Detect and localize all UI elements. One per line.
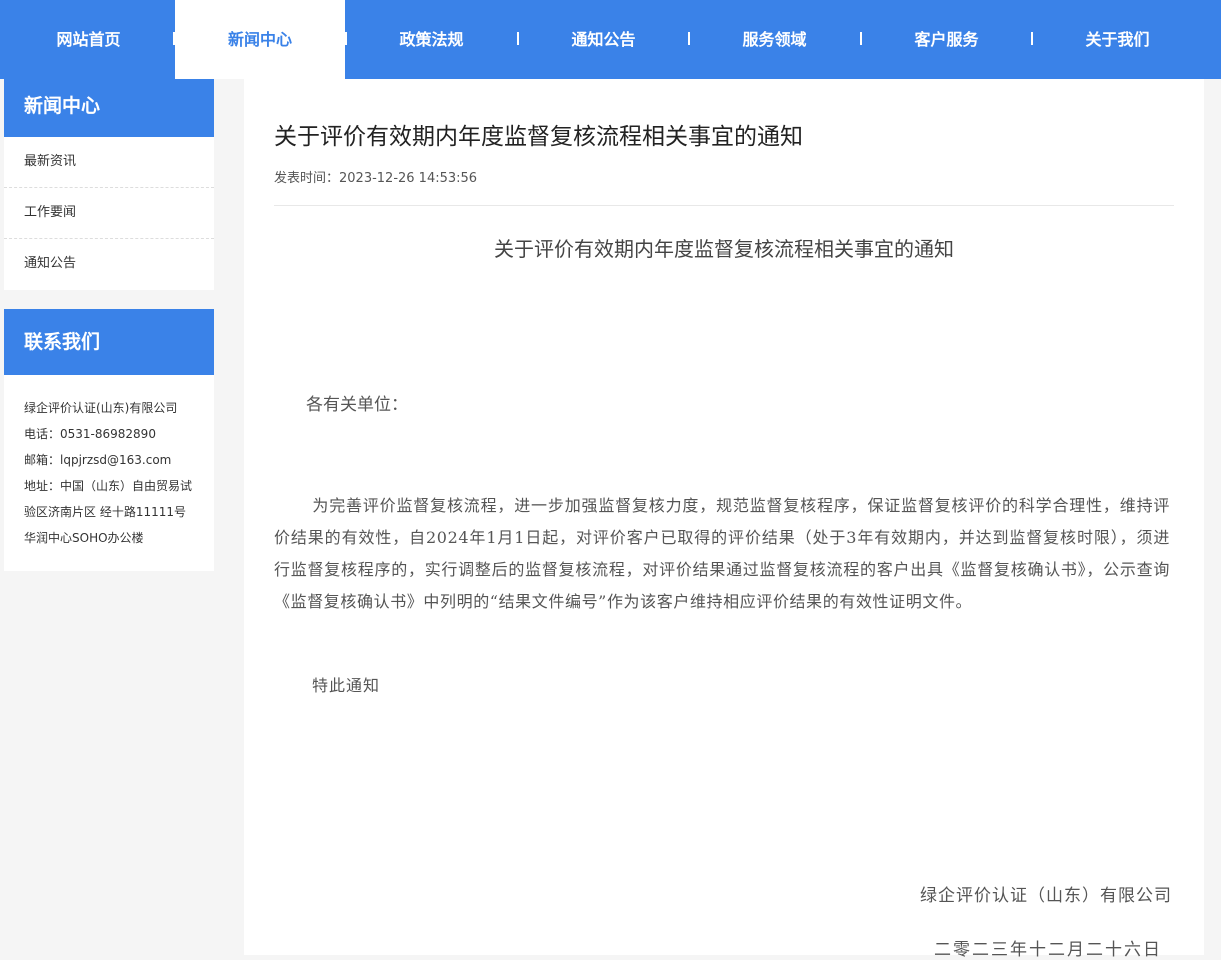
sidebar-item-notices[interactable]: 通知公告 (4, 239, 214, 290)
nav-item-home[interactable]: 网站首页 (3, 0, 174, 79)
sidebar-item-work-news[interactable]: 工作要闻 (4, 188, 214, 239)
sidebar-news-title: 新闻中心 (4, 79, 214, 137)
nav-item-notices[interactable]: 通知公告 (518, 0, 689, 79)
contact-address-line-3: 华润中心SOHO办公楼 (24, 531, 144, 545)
document-closing: 特此通知 (312, 676, 381, 695)
document-title: 关于评价有效期内年度监督复核流程相关事宜的通知 (494, 237, 954, 261)
document-body: 为完善评价监督复核流程，进一步加强监督复核力度，规范监督复核程序，保证监督复核评… (274, 496, 1170, 611)
sidebar-contact-panel: 联系我们 绿企评价认证(山东)有限公司 电话：0531-86982890 邮箱：… (4, 309, 214, 571)
nav-item-customer-service[interactable]: 客户服务 (861, 0, 1032, 79)
nav-item-news[interactable]: 新闻中心 (175, 0, 345, 79)
contact-address-line-1: 地址：中国（山东）自由贸易试 (24, 479, 193, 493)
contact-phone: 电话：0531-86982890 (24, 427, 156, 441)
article-publish-time: 发表时间：2023-12-26 14:53:56 (274, 171, 478, 186)
contact-company: 绿企评价认证(山东)有限公司 (24, 401, 178, 415)
nav-item-services[interactable]: 服务领域 (689, 0, 860, 79)
nav-item-about[interactable]: 关于我们 (1032, 0, 1203, 79)
nav-item-policy[interactable]: 政策法规 (346, 0, 517, 79)
sidebar-item-latest[interactable]: 最新资讯 (4, 137, 214, 188)
sidebar-contact-title: 联系我们 (4, 309, 214, 375)
signature-date: 二零二三年十二月二十六日 (934, 940, 1162, 960)
article-divider (274, 205, 1174, 206)
article-title: 关于评价有效期内年度监督复核流程相关事宜的通知 (274, 124, 803, 150)
sidebar-news-panel: 新闻中心 最新资讯 工作要闻 通知公告 (4, 79, 214, 290)
signature-organization: 绿企评价认证（山东）有限公司 (920, 886, 1172, 906)
article-panel: 关于评价有效期内年度监督复核流程相关事宜的通知 发表时间：2023-12-26 … (244, 79, 1204, 960)
contact-info: 绿企评价认证(山东)有限公司 电话：0531-86982890 邮箱：lqpjr… (4, 375, 214, 566)
contact-address-line-2: 验区济南片区 经十路11111号 (24, 505, 186, 519)
contact-email: 邮箱：lqpjrzsd@163.com (24, 453, 172, 467)
top-nav: 网站首页 新闻中心 政策法规 通知公告 服务领域 客户服务 关于我们 (0, 0, 1221, 79)
document-greeting: 各有关单位： (306, 395, 408, 415)
